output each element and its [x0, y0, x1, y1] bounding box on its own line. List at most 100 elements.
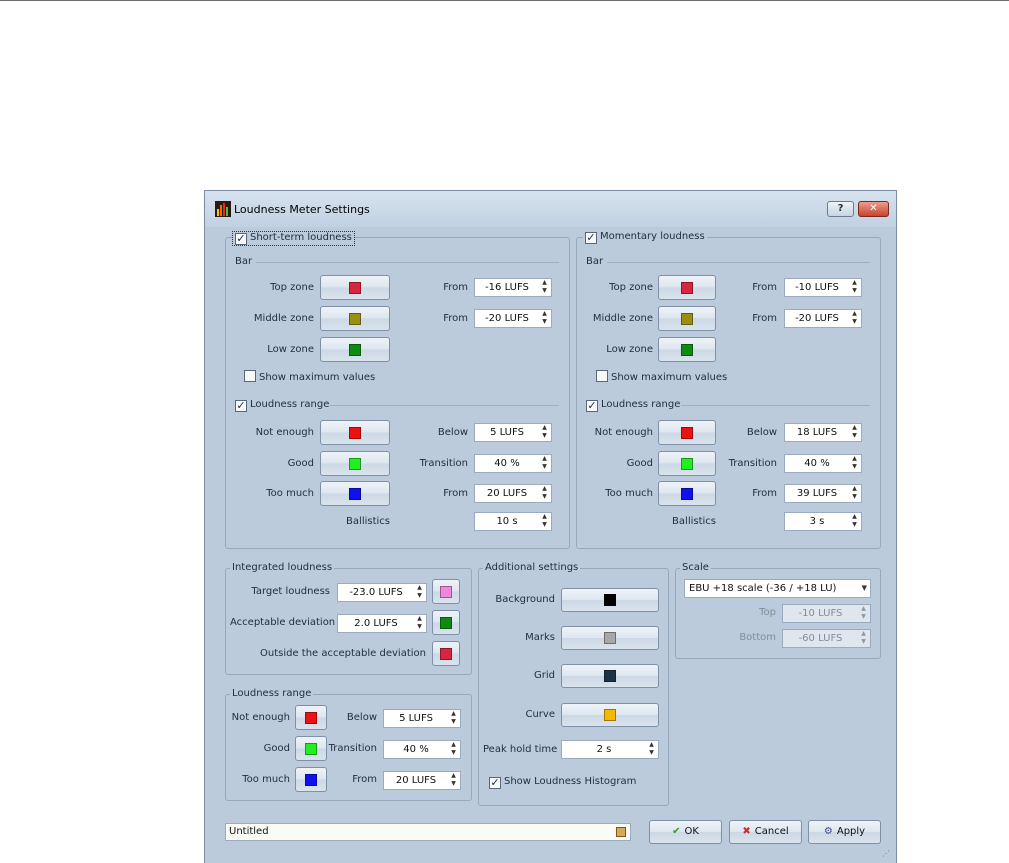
transition-spinbox[interactable]: 40 % ▲ ▼: [383, 740, 461, 759]
color-swatch: [681, 487, 693, 500]
spin-arrows-icon[interactable]: ▲ ▼: [447, 772, 460, 789]
marks-color-button[interactable]: [561, 626, 659, 650]
below-spinbox[interactable]: 5 LUFS ▲ ▼: [383, 709, 461, 728]
close-button[interactable]: ✕: [858, 201, 889, 217]
top-zone-color-button[interactable]: [320, 275, 390, 300]
color-swatch: [681, 281, 693, 294]
color-swatch: [681, 426, 693, 439]
checkbox-icon: ✓: [489, 776, 501, 789]
spinbox-value: -60 LUFS: [798, 633, 843, 644]
not-enough-color-button[interactable]: [658, 420, 716, 445]
transition-spinbox[interactable]: 40 % ▲ ▼: [474, 454, 552, 473]
short-term-loudness-label: Short-term loudness: [250, 232, 352, 243]
spin-arrows-icon[interactable]: ▲ ▼: [848, 485, 861, 502]
color-swatch: [681, 343, 693, 356]
ballistics-spinbox[interactable]: 3 s ▲ ▼: [784, 512, 862, 531]
not-enough-color-button[interactable]: [320, 420, 390, 445]
target-loudness-spinbox[interactable]: -23.0 LUFS ▲ ▼: [337, 583, 427, 602]
short-term-loudness-range-checkbox[interactable]: ✓ Loudness range: [235, 399, 329, 412]
show-loudness-histogram-checkbox[interactable]: ✓ Show Loudness Histogram: [489, 776, 636, 789]
curve-color-button[interactable]: [561, 703, 659, 727]
spin-arrows-icon[interactable]: ▲ ▼: [538, 424, 551, 441]
outside-deviation-color-button[interactable]: [432, 641, 460, 666]
spin-arrows-icon[interactable]: ▲ ▼: [848, 455, 861, 472]
acceptable-deviation-color-button[interactable]: [432, 610, 460, 635]
below-spinbox[interactable]: 5 LUFS ▲ ▼: [474, 423, 552, 442]
middle-zone-color-button[interactable]: [320, 306, 390, 331]
loudness-meter-settings-dialog: Loudness Meter Settings ? ✕ ✓ Short-term …: [204, 190, 897, 863]
spinbox-value: 39 LUFS: [796, 488, 838, 499]
ballistics-label: Ballistics: [672, 516, 716, 527]
not-enough-label: Not enough: [255, 427, 314, 438]
spin-arrows-icon[interactable]: ▲ ▼: [538, 279, 551, 296]
peak-hold-time-spinbox[interactable]: 2 s ▲ ▼: [561, 740, 659, 759]
ok-button[interactable]: ✔ OK: [649, 820, 722, 844]
top-spinbox[interactable]: -10 LUFS ▲ ▼: [782, 604, 871, 623]
grid-color-button[interactable]: [561, 664, 659, 688]
chevron-down-icon[interactable]: ▼: [862, 580, 867, 597]
middle-zone-label: Middle zone: [592, 313, 653, 324]
target-loudness-color-button[interactable]: [432, 579, 460, 604]
spin-arrows-icon[interactable]: ▲ ▼: [413, 615, 426, 632]
momentary-loudness-range-checkbox[interactable]: ✓ Loudness range: [586, 399, 680, 412]
top-zone-from-spinbox[interactable]: -16 LUFS ▲ ▼: [474, 278, 552, 297]
spin-arrows-icon[interactable]: ▲ ▼: [645, 741, 658, 758]
good-color-button[interactable]: [320, 451, 390, 476]
browse-folder-icon[interactable]: [616, 827, 626, 837]
show-maximum-values-checkbox[interactable]: Show maximum values: [596, 370, 727, 384]
spin-arrows-icon[interactable]: ▲ ▼: [857, 605, 870, 622]
spin-arrows-icon[interactable]: ▲ ▼: [538, 455, 551, 472]
ballistics-spinbox[interactable]: 10 s ▲ ▼: [474, 512, 552, 531]
apply-button[interactable]: ⚙ Apply: [808, 820, 881, 844]
good-color-button[interactable]: [658, 451, 716, 476]
spin-arrows-icon[interactable]: ▲ ▼: [848, 310, 861, 327]
low-zone-color-button[interactable]: [658, 337, 716, 362]
spin-arrows-icon[interactable]: ▲ ▼: [857, 630, 870, 647]
middle-zone-from-spinbox[interactable]: -20 LUFS ▲ ▼: [784, 309, 862, 328]
short-term-loudness-checkbox[interactable]: ✓ Short-term loudness: [232, 231, 355, 246]
not-enough-color-button[interactable]: [295, 705, 327, 730]
good-label: Good: [626, 458, 653, 469]
spin-arrows-icon[interactable]: ▲ ▼: [538, 485, 551, 502]
color-swatch: [349, 343, 361, 356]
checkbox-icon: ✓: [235, 399, 247, 412]
spinbox-value: -23.0 LUFS: [349, 587, 403, 598]
transition-spinbox[interactable]: 40 % ▲ ▼: [784, 454, 862, 473]
bar-section-title: Bar: [586, 256, 604, 267]
spin-arrows-icon[interactable]: ▲ ▼: [848, 513, 861, 530]
spin-arrows-icon[interactable]: ▲ ▼: [447, 710, 460, 727]
too-much-color-button[interactable]: [295, 767, 327, 792]
good-color-button[interactable]: [295, 736, 327, 761]
grid-label: Grid: [534, 670, 555, 681]
middle-zone-from-spinbox[interactable]: -20 LUFS ▲ ▼: [474, 309, 552, 328]
too-much-color-button[interactable]: [658, 481, 716, 506]
too-much-from-spinbox[interactable]: 39 LUFS ▲ ▼: [784, 484, 862, 503]
scale-dropdown[interactable]: EBU +18 scale (-36 / +18 LU) ▼: [684, 579, 871, 598]
resize-grip-icon[interactable]: ⋰: [882, 849, 892, 859]
spin-arrows-icon[interactable]: ▲ ▼: [447, 741, 460, 758]
momentary-loudness-checkbox[interactable]: ✓ Momentary loudness: [583, 231, 707, 244]
spin-arrows-icon[interactable]: ▲ ▼: [413, 584, 426, 601]
spin-arrows-icon[interactable]: ▲ ▼: [848, 279, 861, 296]
background-color-button[interactable]: [561, 588, 659, 612]
too-much-from-spinbox[interactable]: 20 LUFS ▲ ▼: [383, 771, 461, 790]
top-zone-from-spinbox[interactable]: -10 LUFS ▲ ▼: [784, 278, 862, 297]
too-much-color-button[interactable]: [320, 481, 390, 506]
middle-zone-from-label: From: [752, 313, 777, 324]
spin-arrows-icon[interactable]: ▲ ▼: [538, 513, 551, 530]
acceptable-deviation-spinbox[interactable]: 2.0 LUFS ▲ ▼: [337, 614, 427, 633]
spin-arrows-icon[interactable]: ▲ ▼: [538, 310, 551, 327]
show-maximum-values-checkbox[interactable]: Show maximum values: [244, 370, 375, 384]
preset-name-field[interactable]: Untitled: [225, 823, 631, 841]
bar-section-title: Bar: [235, 256, 253, 267]
help-button[interactable]: ?: [827, 201, 854, 217]
spin-arrows-icon[interactable]: ▲ ▼: [848, 424, 861, 441]
middle-zone-color-button[interactable]: [658, 306, 716, 331]
top-zone-color-button[interactable]: [658, 275, 716, 300]
background-label: Background: [495, 594, 555, 605]
bottom-spinbox[interactable]: -60 LUFS ▲ ▼: [782, 629, 871, 648]
low-zone-color-button[interactable]: [320, 337, 390, 362]
cancel-button[interactable]: ✖ Cancel: [729, 820, 802, 844]
too-much-from-spinbox[interactable]: 20 LUFS ▲ ▼: [474, 484, 552, 503]
below-spinbox[interactable]: 18 LUFS ▲ ▼: [784, 423, 862, 442]
